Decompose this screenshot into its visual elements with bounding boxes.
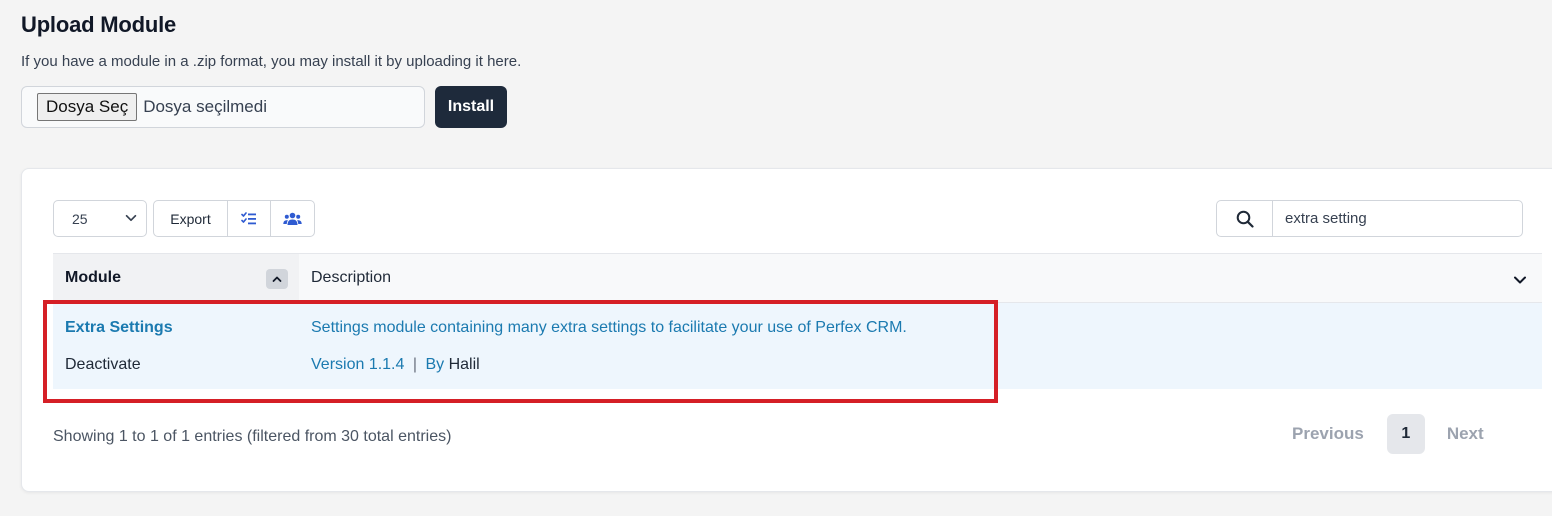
column-header-module-label: Module: [65, 269, 121, 286]
chevron-down-icon: [125, 214, 137, 222]
module-version: Version 1.1.4: [311, 356, 405, 373]
meta-separator: |: [412, 356, 418, 373]
search-field[interactable]: [1216, 200, 1523, 237]
choose-file-button[interactable]: Dosya Seç: [37, 93, 138, 121]
page-1-button[interactable]: 1: [1386, 414, 1425, 454]
file-input[interactable]: Dosya Seç Dosya seçilmedi: [21, 86, 425, 128]
pagination: Previous 1 Next: [1292, 414, 1484, 454]
entries-info: Showing 1 to 1 of 1 entries (filtered fr…: [53, 428, 452, 445]
description-cell: Settings module containing many extra se…: [299, 303, 1542, 389]
install-button[interactable]: Install: [435, 86, 507, 128]
search-button[interactable]: [1217, 201, 1273, 236]
column-header-module[interactable]: Module: [53, 254, 299, 302]
upload-hint: If you have a module in a .zip format, y…: [21, 53, 522, 70]
deactivate-link[interactable]: Deactivate: [65, 356, 299, 374]
group-button[interactable]: [271, 201, 314, 236]
module-name-link[interactable]: Extra Settings: [65, 319, 299, 341]
chevron-down-icon[interactable]: [1512, 272, 1528, 288]
by-label: By: [425, 356, 445, 373]
column-header-description[interactable]: Description: [299, 254, 1542, 302]
column-visibility-button[interactable]: [228, 201, 271, 236]
checklist-icon: [241, 211, 256, 224]
module-author: Halil: [448, 356, 480, 373]
module-meta: Version 1.1.4 | By Halil: [311, 356, 1542, 374]
page-length-select[interactable]: 25: [53, 200, 147, 237]
search-input[interactable]: [1273, 209, 1522, 228]
table-row: Extra Settings Deactivate Settings modul…: [53, 303, 1542, 389]
modules-table-card: 25 Export extra setting Module Descripti…: [21, 168, 1552, 492]
page-title: Upload Module: [21, 12, 177, 37]
export-button[interactable]: Export: [154, 201, 228, 236]
table-header: Module Description: [53, 253, 1542, 303]
users-icon: [283, 212, 302, 225]
column-header-description-label: Description: [311, 269, 392, 286]
page-length-value: 25: [72, 210, 88, 227]
sort-button[interactable]: [266, 269, 288, 289]
next-page-button[interactable]: Next: [1447, 424, 1484, 444]
previous-page-button[interactable]: Previous: [1292, 424, 1364, 444]
chevron-up-icon: [272, 276, 282, 282]
file-status: Dosya seçilmedi: [143, 97, 267, 116]
module-cell: Extra Settings Deactivate: [53, 303, 299, 389]
search-icon: [1236, 210, 1254, 228]
module-description: Settings module containing many extra se…: [311, 319, 907, 336]
table-actions: Export: [153, 200, 315, 237]
